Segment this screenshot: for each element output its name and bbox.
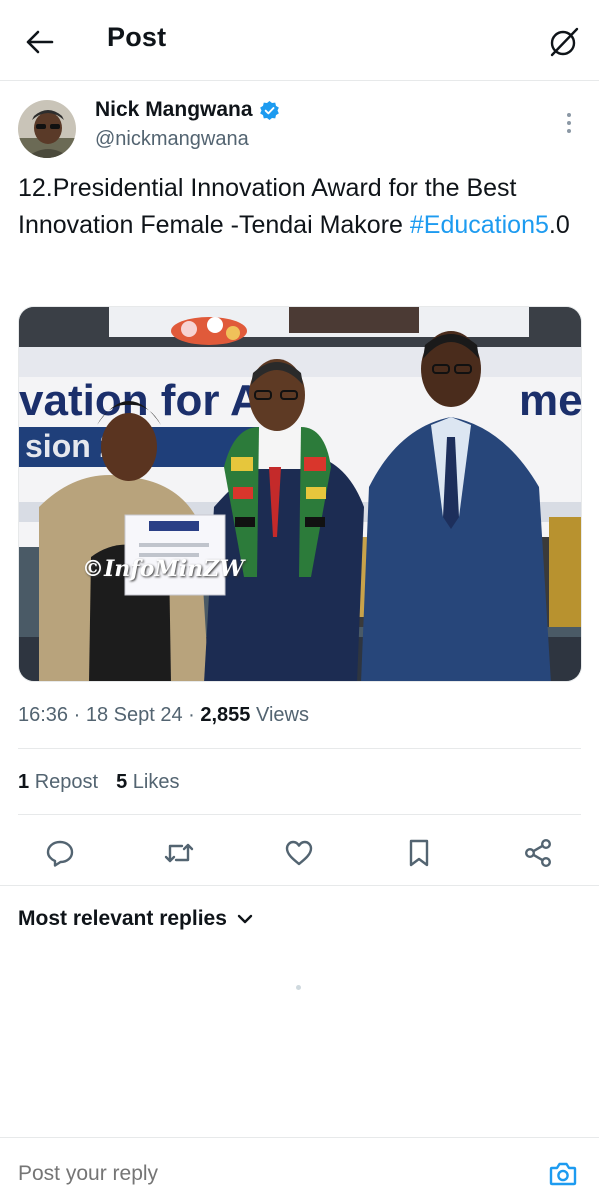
bookmark-icon[interactable]: [402, 836, 436, 870]
camera-icon[interactable]: [547, 1158, 579, 1190]
post-text-tail: .0: [548, 211, 570, 239]
chevron-down-icon: [237, 907, 253, 931]
replies-sort-dropdown[interactable]: Most relevant replies: [18, 907, 253, 931]
likes-count: 5: [116, 771, 128, 793]
repost-icon[interactable]: [162, 836, 196, 870]
reposts-label: Repost: [34, 771, 99, 793]
meta-separator: ·: [182, 704, 201, 726]
replies-sort-label: Most relevant replies: [18, 907, 227, 930]
engagement-stats: 1 Repost 5 Likes: [18, 771, 179, 794]
author-name-text: Nick Mangwana: [95, 98, 253, 121]
meta-separator: ·: [68, 704, 86, 726]
divider: [0, 885, 599, 886]
image-watermark: ©InfoMinZW: [82, 556, 244, 582]
author-avatar[interactable]: [18, 100, 76, 158]
reply-input[interactable]: [18, 1162, 498, 1186]
post-date[interactable]: 18 Sept 24: [86, 704, 183, 727]
views-count: 2,855: [200, 704, 251, 726]
post-text: 12.Presidential Innovation Award for the…: [18, 170, 583, 244]
post-meta: 16:36 · 18 Sept 24 · 2,855 Views: [18, 704, 309, 727]
reply-icon[interactable]: [43, 836, 77, 870]
more-options-icon[interactable]: [556, 110, 582, 136]
views-label-text: Views: [256, 704, 309, 726]
grok-icon[interactable]: [544, 22, 584, 62]
share-icon[interactable]: [521, 836, 555, 870]
author-name[interactable]: Nick Mangwana: [95, 98, 280, 122]
action-bar: [0, 828, 599, 874]
page-title: Post: [107, 22, 167, 52]
reposts-count: 1: [18, 771, 30, 793]
reposts-stat[interactable]: 1 Repost: [18, 771, 98, 794]
author-handle[interactable]: @nickmangwana: [95, 128, 249, 151]
views-label: Views: [250, 704, 309, 727]
reply-composer: [0, 1137, 599, 1200]
divider: [18, 814, 581, 815]
likes-stat[interactable]: 5 Likes: [116, 771, 179, 794]
post-image[interactable]: vation for A me sion 203 ©InfoMinZW: [18, 306, 582, 682]
back-arrow-icon[interactable]: [22, 24, 58, 60]
likes-label: Likes: [132, 771, 180, 793]
divider: [18, 748, 581, 749]
like-icon[interactable]: [282, 836, 316, 870]
verified-badge-icon: [259, 100, 280, 121]
top-bar: Post: [0, 0, 599, 81]
post-time[interactable]: 16:36: [18, 704, 68, 727]
svg-text:me: me: [519, 376, 582, 425]
hashtag-link[interactable]: #Education5: [410, 211, 549, 239]
loading-indicator: [296, 985, 301, 990]
